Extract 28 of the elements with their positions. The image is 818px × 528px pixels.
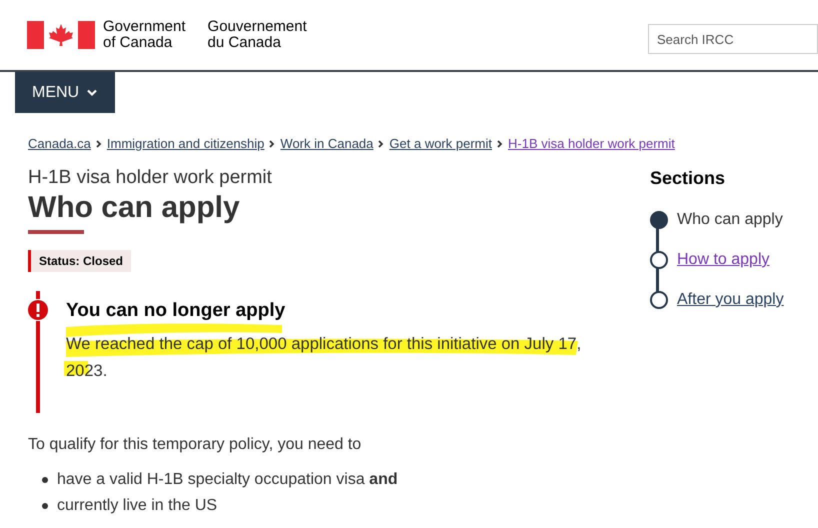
- bullet-icon: [42, 476, 48, 482]
- section-link[interactable]: How to apply: [677, 248, 770, 272]
- section-label: Who can apply: [677, 210, 783, 230]
- status-badge: Status: Closed: [28, 250, 132, 272]
- sections-heading: Sections: [650, 167, 726, 190]
- breadcrumb-link[interactable]: H-1B visa holder work permit: [508, 134, 675, 154]
- government-name[interactable]: Gouvernement du Canada: [208, 19, 307, 51]
- breadcrumb-link[interactable]: Canada.ca: [28, 134, 91, 154]
- breadcrumb-link[interactable]: Immigration and citizenship: [106, 134, 264, 154]
- page-subtitle: H-1B visa holder work permit: [28, 166, 273, 190]
- chevron-icon: [96, 140, 102, 148]
- flag-icon: [27, 21, 95, 49]
- menu-button[interactable]: MENU: [15, 72, 115, 113]
- list-item-text: have a valid H-1B specialty occupation visa and: [57, 470, 398, 490]
- government-name[interactable]: Government of Canada: [103, 19, 186, 51]
- chevron-icon: [497, 140, 503, 148]
- section-link[interactable]: After you apply: [677, 288, 784, 312]
- bullet-icon: [42, 502, 48, 508]
- chevron-icon: [269, 140, 276, 148]
- breadcrumb-link[interactable]: Work in Canada: [280, 134, 374, 154]
- search-field[interactable]: Search IRCC: [648, 24, 818, 54]
- chevron-icon: [87, 88, 98, 96]
- page-title: Who can apply: [28, 190, 241, 226]
- intro-text: To qualify for this temporary policy, you need to: [28, 434, 362, 454]
- list-item-text: currently live in the US: [57, 496, 218, 516]
- chevron-icon: [378, 140, 384, 148]
- breadcrumb-link[interactable]: Get a work permit: [389, 134, 492, 154]
- alert-heading: You can no longer apply: [66, 298, 286, 322]
